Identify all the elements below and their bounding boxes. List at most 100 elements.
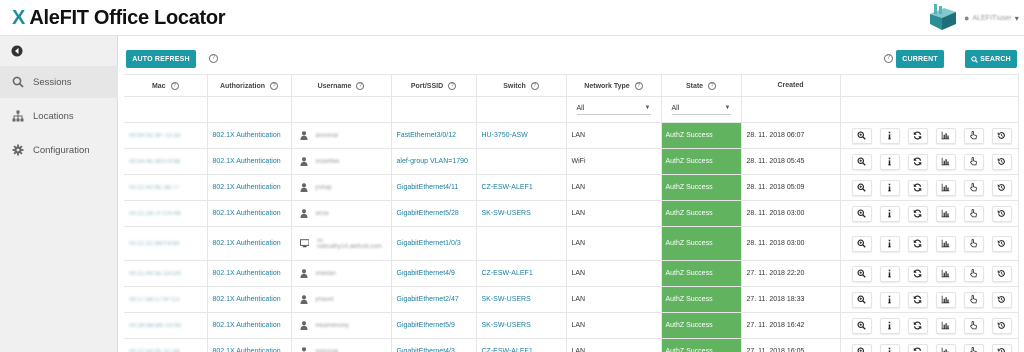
authorization-link[interactable]: 802.1X Authentication [213,210,281,217]
chart-button[interactable] [935,153,956,170]
authorization-link[interactable]: 802.1X Authentication [213,348,281,352]
table-row[interactable]: 00:21:A6:5E:D3:D9 802.1X Authentication im… [124,260,1019,287]
chart-button[interactable] [935,343,956,352]
info-button[interactable] [879,291,900,308]
authorization-link[interactable]: 802.1X Authentication [213,270,281,277]
zoom-button[interactable] [851,235,872,252]
column-header-port[interactable]: Port/SSID? [391,74,477,97]
authorization-link[interactable]: 802.1X Authentication [213,240,281,247]
port-link[interactable]: FastEthernet3/0/12 [397,132,457,139]
info-button[interactable] [879,153,900,170]
pointer-button[interactable] [963,205,984,222]
column-header-mac[interactable]: Mac? [124,74,208,97]
column-header-switch[interactable]: Switch? [476,74,567,97]
current-button[interactable]: CURRENT [896,50,944,68]
authorization-link[interactable]: 802.1X Authentication [213,322,281,329]
collapse-sidebar-icon[interactable] [11,45,23,57]
refresh-button[interactable] [907,235,928,252]
history-button[interactable] [991,317,1012,334]
refresh-button[interactable] [907,265,928,282]
history-button[interactable] [991,265,1012,282]
column-header-state[interactable]: State? [661,74,742,97]
zoom-button[interactable] [851,205,872,222]
pointer-button[interactable] [963,343,984,352]
help-icon[interactable]: ? [170,81,179,90]
mac-address[interactable]: 00:21:2C:B6:F8:69 [129,241,179,247]
user-menu[interactable]: ● ALEFIT\user ▾ [928,4,1019,32]
authorization-link[interactable]: 802.1X Authentication [213,132,281,139]
table-row[interactable]: 00:0A:5C:8F:7D:33 802.1X Authentication an… [124,122,1019,149]
zoom-button[interactable] [851,265,872,282]
mac-address[interactable]: 00:21:2B:7F:C4:AB [129,211,181,217]
pointer-button[interactable] [963,265,984,282]
port-link[interactable]: GigabitEthernet2/47 [397,296,459,303]
history-button[interactable] [991,291,1012,308]
info-button[interactable] [879,317,900,334]
column-header-network-type[interactable]: Network Type? [566,74,662,97]
port-link[interactable]: GigabitEthernet5/28 [397,210,459,217]
port-link[interactable]: GigabitEthernet4/9 [397,270,455,277]
history-button[interactable] [991,127,1012,144]
help-icon[interactable]: ? [708,81,717,90]
authorization-link[interactable]: 802.1X Authentication [213,296,281,303]
switch-link[interactable]: CZ-ESW-ALEF1 [482,184,533,191]
mac-address[interactable]: 00:0A:5C:8F:7D:33 [129,133,180,139]
pointer-button[interactable] [963,317,984,334]
switch-link[interactable]: HU-3750-ASW [482,132,528,139]
help-icon[interactable]: ? [884,54,893,63]
mac-address[interactable]: 00:21:A6:5E:D3:D9 [129,271,181,277]
state-filter[interactable]: All ▼ [661,96,742,123]
port-link[interactable]: GigabitEthernet1/0/3 [397,240,461,247]
mac-address[interactable]: 00:2B:6B:B6:7D:0D [129,323,181,329]
pointer-button[interactable] [963,179,984,196]
pointer-button[interactable] [963,291,984,308]
mac-address[interactable]: 00:17:3B:17:0F:C3 [129,297,179,303]
switch-link[interactable]: SK-SW-USERS [482,210,531,217]
mac-address[interactable]: 00:0A:4E:B0:F9:9B [129,159,180,165]
sidebar-item-configuration[interactable]: Configuration [0,134,118,166]
zoom-button[interactable] [851,317,872,334]
port-link[interactable]: GigabitEthernet4/11 [397,184,459,191]
network-type-filter[interactable]: All ▼ [566,96,662,123]
search-button[interactable]: SEARCH [965,50,1017,68]
table-row[interactable]: 00:21:2C:B6:F8:69 802.1X Authentication ss… [124,226,1019,261]
zoom-button[interactable] [851,127,872,144]
authorization-link[interactable]: 802.1X Authentication [213,184,281,191]
history-button[interactable] [991,153,1012,170]
pointer-button[interactable] [963,127,984,144]
refresh-button[interactable] [907,153,928,170]
column-header-username[interactable]: Username? [291,74,392,97]
table-row[interactable]: 00:21:5A:0E:1C:88 802.1X Authentication md… [124,338,1019,352]
help-icon[interactable]: ? [634,81,643,90]
info-button[interactable] [879,343,900,352]
auto-refresh-button[interactable]: AUTO REFRESH [126,50,196,68]
authorization-link[interactable]: 802.1X Authentication [213,158,281,165]
refresh-button[interactable] [907,291,928,308]
zoom-button[interactable] [851,179,872,196]
mac-address[interactable]: 00:21:A0:9E:3B:77 [129,185,179,191]
pointer-button[interactable] [963,153,984,170]
switch-link[interactable]: CZ-ESW-ALEF1 [482,270,533,277]
switch-link[interactable]: SK-SW-USERS [482,296,531,303]
chart-button[interactable] [935,235,956,252]
info-button[interactable] [879,265,900,282]
help-icon[interactable]: ? [530,81,539,90]
help-icon[interactable]: ? [356,81,365,90]
refresh-button[interactable] [907,317,928,334]
column-header-created[interactable]: Created [741,74,841,97]
table-row[interactable]: 00:17:3B:17:0F:C3 802.1X Authentication jr… [124,286,1019,313]
sidebar-item-sessions[interactable]: Sessions [0,66,118,98]
help-icon[interactable]: ? [448,81,457,90]
info-button[interactable] [879,127,900,144]
table-row[interactable]: 00:0A:4E:B0:F9:9B 802.1X Authentication ms… [124,148,1019,175]
info-button[interactable] [879,205,900,222]
zoom-button[interactable] [851,153,872,170]
switch-link[interactable]: SK-SW-USERS [482,322,531,329]
refresh-button[interactable] [907,343,928,352]
zoom-button[interactable] [851,291,872,308]
port-link[interactable]: GigabitEthernet4/3 [397,348,455,352]
refresh-button[interactable] [907,127,928,144]
history-button[interactable] [991,205,1012,222]
sidebar-item-locations[interactable]: Locations [0,100,118,132]
history-button[interactable] [991,343,1012,352]
